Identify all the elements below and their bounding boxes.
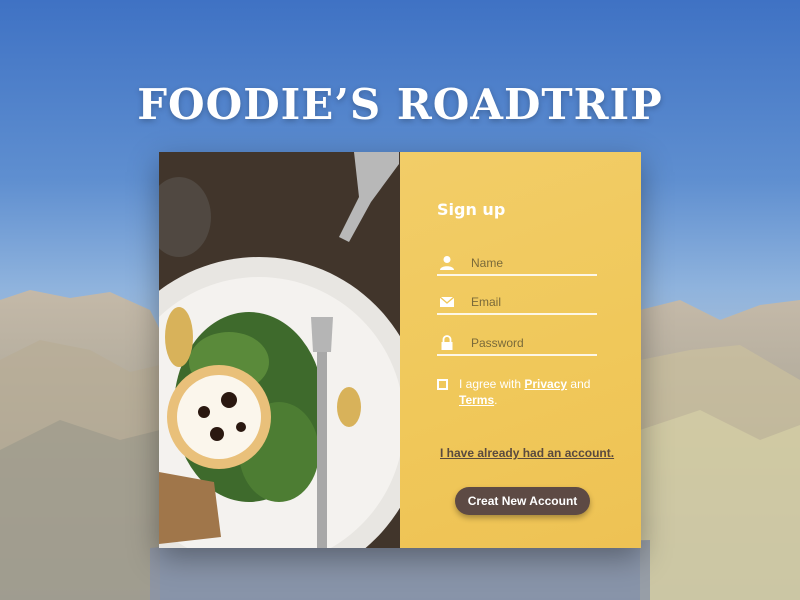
user-icon: [440, 256, 454, 270]
agree-middle: and: [567, 377, 591, 391]
name-field[interactable]: [437, 252, 597, 276]
signup-panel: Sign up I agree with Privacy an: [400, 152, 641, 548]
email-input[interactable]: [471, 291, 595, 313]
terms-link[interactable]: Terms: [459, 393, 494, 407]
agree-suffix: .: [494, 393, 498, 407]
signup-title: Sign up: [437, 200, 506, 219]
email-field[interactable]: [437, 291, 597, 315]
agree-text: I agree with Privacy and Terms.: [459, 376, 619, 408]
password-field[interactable]: [437, 332, 597, 356]
privacy-link[interactable]: Privacy: [524, 377, 567, 391]
have-account-link[interactable]: I have already had an account.: [440, 446, 614, 460]
signup-card: Sign up I agree with Privacy an: [159, 152, 641, 548]
agree-prefix: I agree with: [459, 377, 525, 391]
lock-icon: [441, 335, 453, 350]
create-account-button[interactable]: Creat New Account: [455, 487, 590, 515]
name-input[interactable]: [471, 252, 595, 274]
envelope-icon: [439, 296, 455, 307]
password-input[interactable]: [471, 332, 595, 354]
food-photo: [159, 152, 400, 548]
page-title: FOODIE’S ROADTRIP: [137, 80, 663, 129]
checkbox-icon[interactable]: [437, 379, 448, 390]
